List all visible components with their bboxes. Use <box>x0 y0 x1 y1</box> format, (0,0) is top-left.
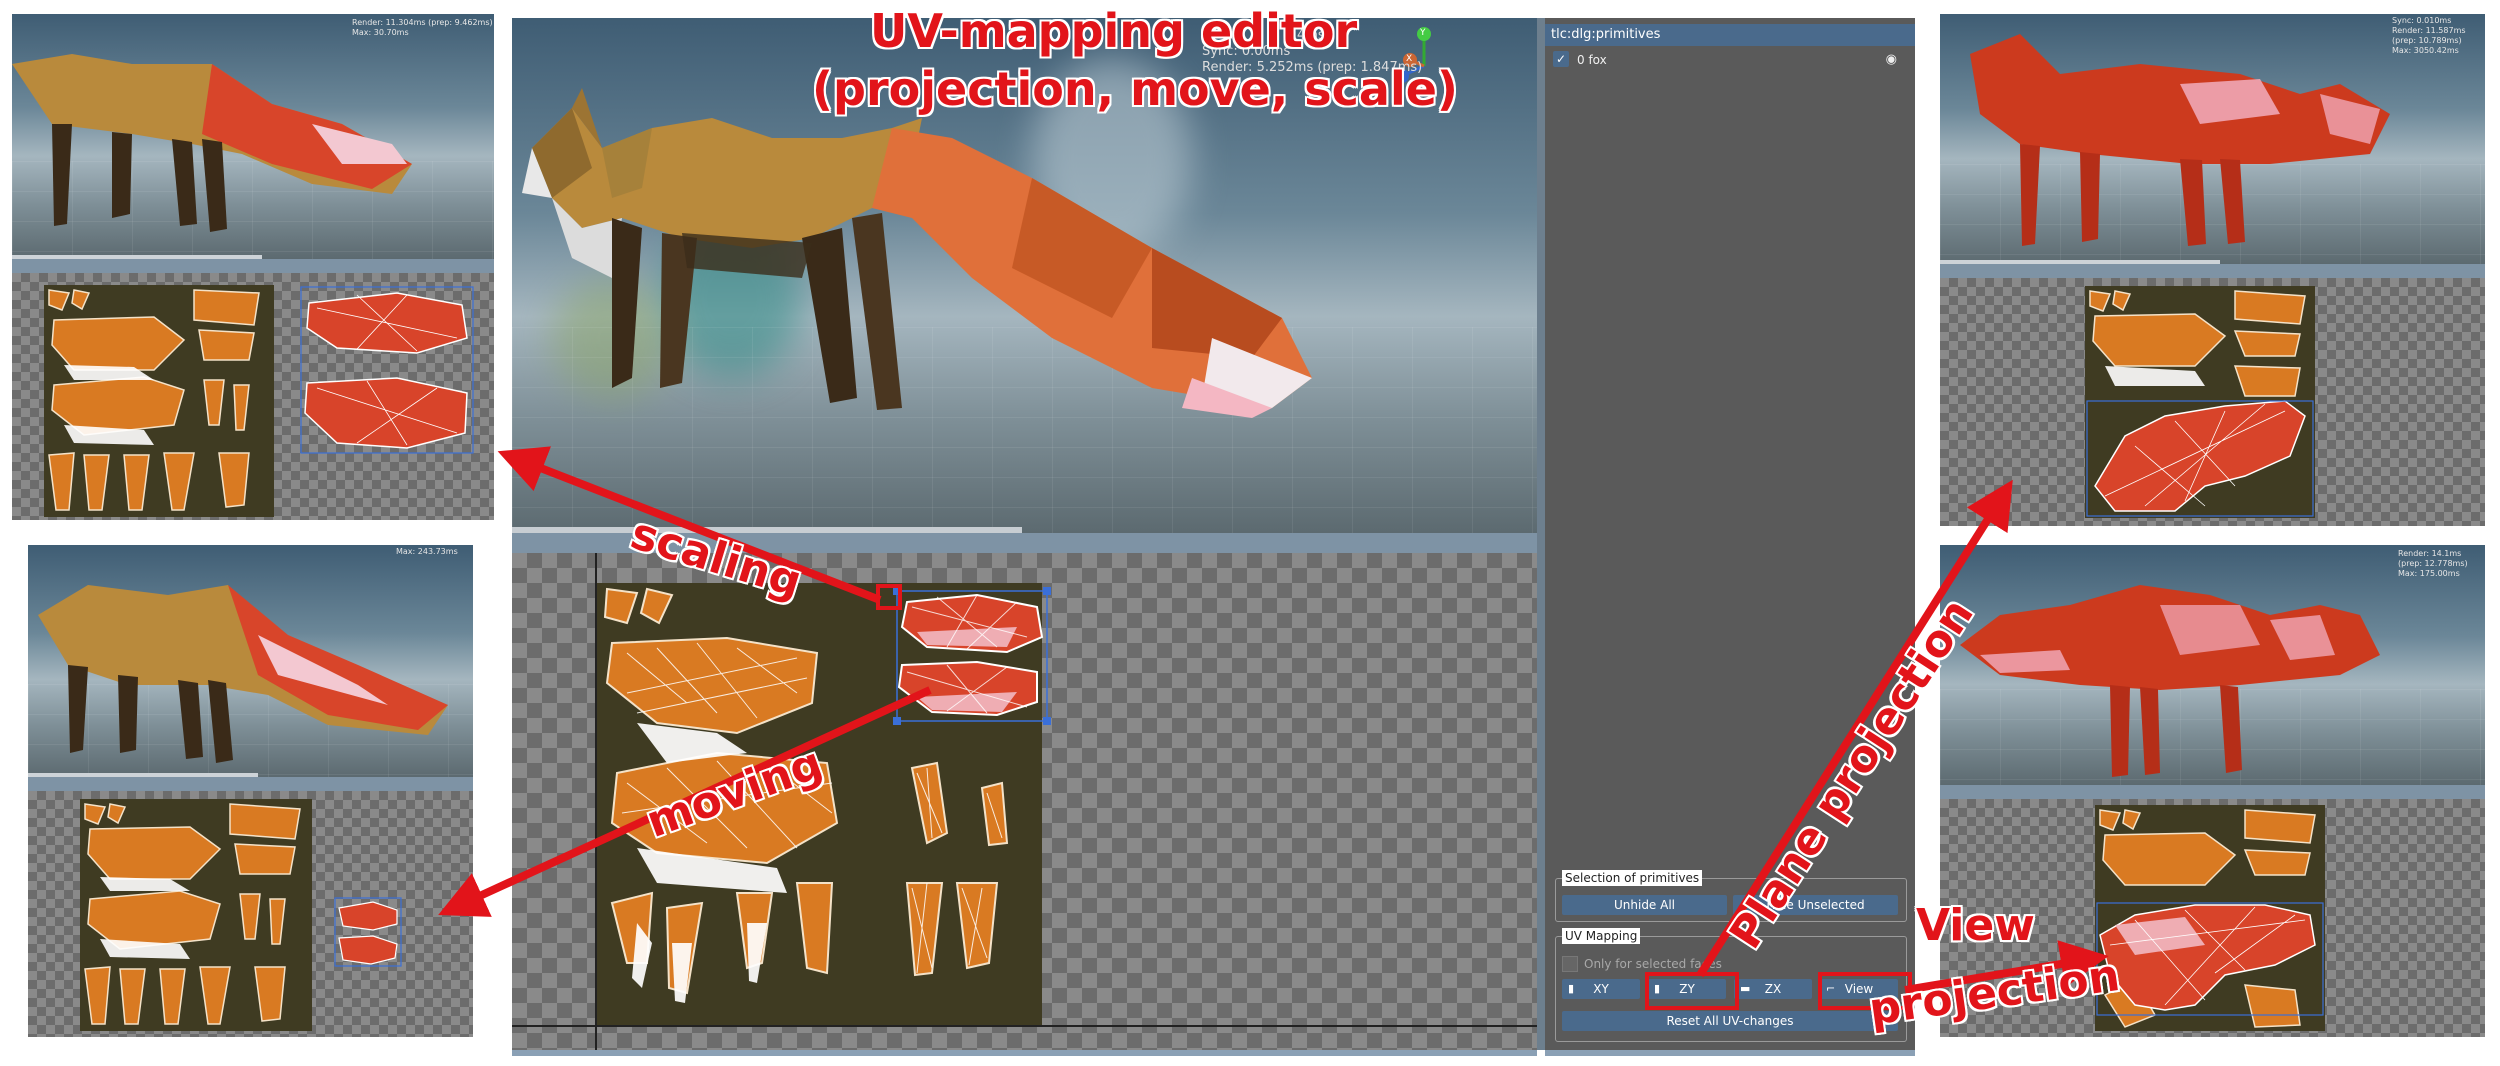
primitive-row[interactable]: ✓ 0 fox ◉ <box>1553 50 1903 70</box>
thumb-plane-atlas <box>2085 286 2315 518</box>
primitive-name: 0 fox <box>1577 53 1607 67</box>
selection-group-title: Selection of primitives <box>1562 870 1703 886</box>
reset-uv-button[interactable]: Reset All UV-changes <box>1562 1011 1898 1031</box>
visibility-eye-icon[interactable]: ◉ <box>1886 52 1897 67</box>
title-line1: UV-mapping editor <box>870 4 1358 58</box>
only-selected-label: Only for selected faces <box>1584 957 1722 971</box>
only-selected-checkbox[interactable] <box>1562 956 1578 972</box>
panel-left-border[interactable] <box>1537 18 1545 1050</box>
thumb-scaling-3d: Render: 11.304ms (prep: 9.462ms) Max: 30… <box>12 14 494 259</box>
title-line2: (projection, move, scale) <box>812 62 1458 116</box>
thumb-scaling-fox <box>12 54 412 232</box>
thumb-moving-stats: Max: 243.73ms <box>396 547 458 556</box>
scale-handle-highlight <box>876 584 902 610</box>
view-projection-label-1: View <box>1916 900 2035 951</box>
thumb-view-splitter <box>1940 785 2485 799</box>
thumb-scaling-selected <box>300 286 474 454</box>
thumb-plane: Sync: 0.010ms Render: 11.587ms (prep: 10… <box>1940 14 2485 526</box>
uv-editor-bottom-bar <box>512 1050 1537 1056</box>
thumb-view-stats: Render: 14.1ms (prep: 12.778ms) Max: 175… <box>2398 549 2468 578</box>
thumb-moving-selected <box>334 897 402 967</box>
xy-projection-button[interactable]: ▮ XY <box>1562 979 1640 999</box>
thumb-scaling-uv <box>12 273 494 520</box>
thumb-plane-stats: Sync: 0.010ms Render: 11.587ms (prep: 10… <box>2392 16 2466 55</box>
uv-selected-islands[interactable] <box>887 587 1057 727</box>
thumb-view-fox <box>1960 585 2380 777</box>
uv-axis-horizontal <box>512 1025 1537 1027</box>
thumb-moving-atlas <box>80 799 312 1031</box>
thumb-plane-uv <box>1940 278 2485 526</box>
xy-plane-icon: ▮ <box>1568 982 1575 995</box>
thumb-scaling-atlas <box>44 285 274 517</box>
thumb-plane-splitter <box>1940 264 2485 278</box>
panel-title: tlc:dlg:primitives <box>1545 24 1915 46</box>
primitive-checkbox[interactable]: ✓ <box>1553 51 1569 67</box>
panel-bottom-edge <box>1545 1050 1915 1056</box>
thumb-scaling: Render: 11.304ms (prep: 9.462ms) Max: 30… <box>12 14 494 520</box>
unhide-all-button[interactable]: Unhide All <box>1562 895 1727 915</box>
zx-plane-icon: ▬ <box>1740 982 1751 995</box>
zy-button-highlight <box>1645 972 1739 1010</box>
thumb-moving-uv <box>28 791 473 1037</box>
thumb-moving-fox <box>38 585 448 763</box>
thumb-moving-3d: Max: 243.73ms <box>28 545 473 777</box>
thumb-view-3d: Render: 14.1ms (prep: 12.778ms) Max: 175… <box>1940 545 2485 785</box>
thumb-moving: Max: 243.73ms <box>28 545 473 1037</box>
primitives-panel: tlc:dlg:primitives ✓ 0 fox ◉ Selection o… <box>1537 18 1915 1050</box>
thumb-view-atlas <box>2095 805 2325 1031</box>
only-selected-faces-option[interactable]: Only for selected faces <box>1562 955 1762 973</box>
uv-mapping-group-title: UV Mapping <box>1562 928 1641 944</box>
thumb-plane-3d: Sync: 0.010ms Render: 11.587ms (prep: 10… <box>1940 14 2485 264</box>
thumb-scaling-splitter <box>12 259 494 273</box>
thumb-moving-splitter <box>28 777 473 791</box>
thumb-scaling-stats: Render: 11.304ms (prep: 9.462ms) Max: 30… <box>352 18 493 37</box>
zx-projection-button[interactable]: ▬ ZX <box>1734 979 1812 999</box>
